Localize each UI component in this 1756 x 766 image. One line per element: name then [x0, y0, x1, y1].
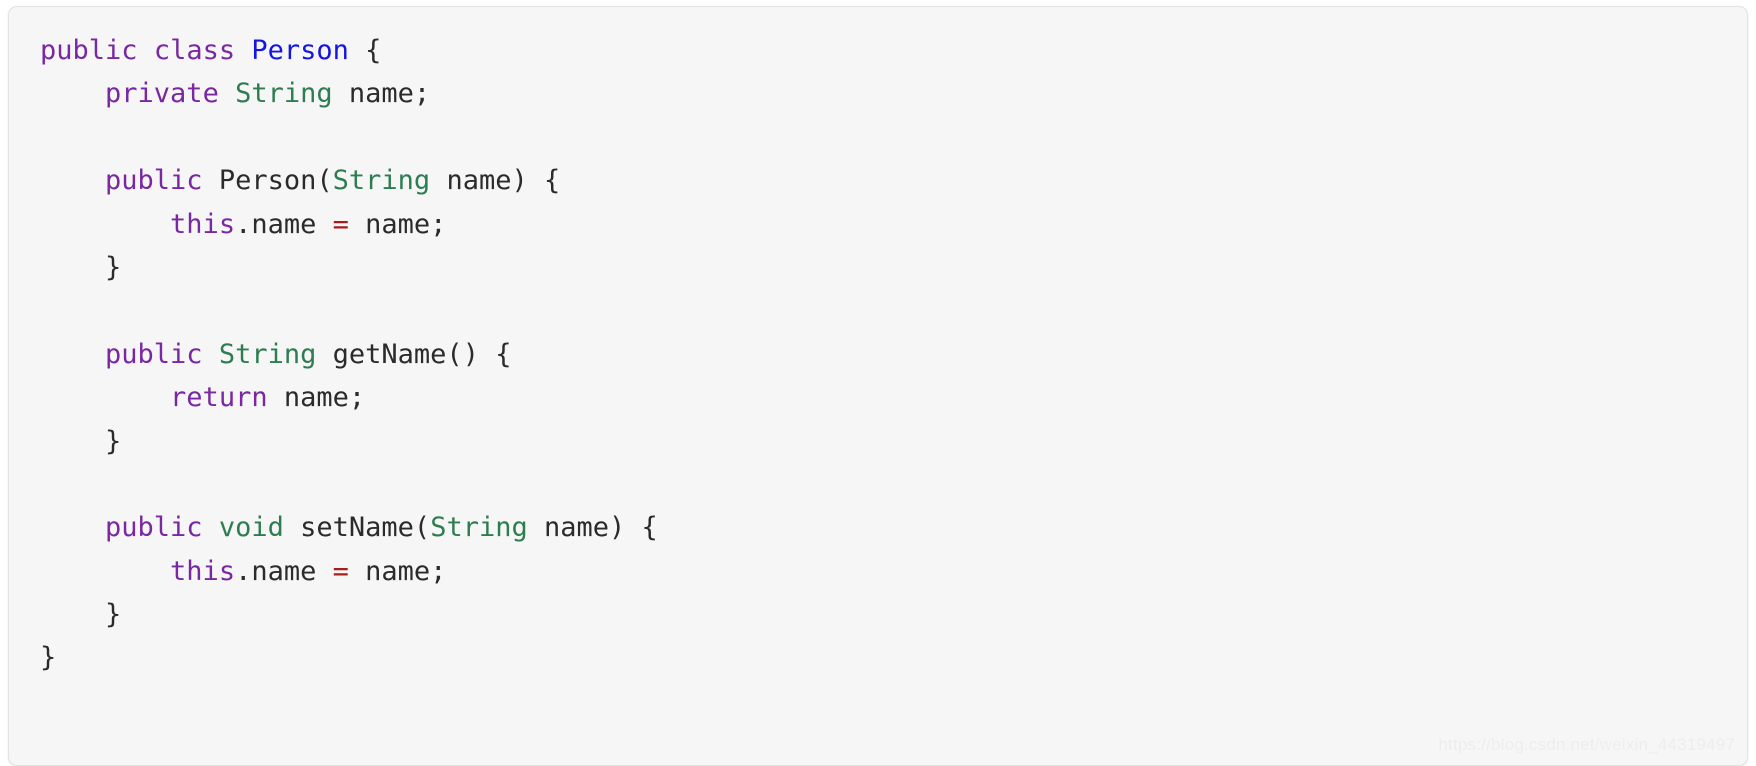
- code-token-plain: name;: [348, 555, 447, 587]
- code-token-keyword: public: [105, 512, 203, 544]
- code-token-punct: }: [40, 425, 122, 457]
- code-token-plain: name;: [332, 78, 431, 110]
- code-token-punct: }: [40, 599, 122, 631]
- code-token-keyword: class: [153, 35, 236, 66]
- code-token-punct: {: [348, 35, 382, 66]
- code-token-type: String: [430, 512, 528, 544]
- code-token-type: String: [332, 165, 431, 197]
- code-token-plain: getName() {: [316, 338, 512, 370]
- code-line: }: [9, 420, 1747, 463]
- code-line: this.name = name;: [9, 203, 1747, 246]
- code-line: public class Person {: [9, 29, 1747, 72]
- code-token-type: String: [218, 338, 317, 370]
- code-line: public Person(String name) {: [9, 159, 1747, 202]
- code-token-keyword: public: [105, 338, 203, 370]
- code-token-plain: name;: [348, 208, 447, 240]
- code-token-classname: Person: [251, 35, 349, 66]
- code-line: }: [9, 636, 1747, 679]
- code-line: return name;: [9, 376, 1747, 419]
- code-token-operator: =: [332, 555, 349, 587]
- code-token-plain: name;: [267, 382, 366, 414]
- code-token-keyword: this: [170, 555, 236, 587]
- code-token-type: String: [235, 78, 333, 110]
- code-token-plain: setName: [283, 512, 414, 544]
- code-token-plain: name) {: [430, 165, 561, 197]
- code-token-keyword: private: [105, 78, 219, 110]
- code-token-punct: }: [40, 251, 122, 283]
- code-token-plain: Person: [218, 165, 317, 197]
- code-line: }: [9, 593, 1747, 636]
- watermark-text: https://blog.csdn.net/weixin_44319497: [1438, 735, 1735, 754]
- code-token-punct: (: [316, 165, 333, 197]
- code-line: public String getName() {: [9, 333, 1747, 376]
- code-token-keyword: return: [170, 382, 268, 414]
- code-token-plain: name) {: [527, 512, 658, 544]
- code-token-keyword: public: [105, 165, 203, 197]
- code-block-panel: public class Person { private String nam…: [8, 6, 1748, 766]
- code-content[interactable]: public class Person { private String nam…: [9, 7, 1747, 765]
- code-token-type: void: [218, 512, 284, 544]
- code-token-operator: =: [332, 208, 349, 240]
- code-token-punct: }: [40, 642, 57, 674]
- code-token-keyword: this: [170, 208, 236, 240]
- code-token-plain: .name: [235, 208, 333, 240]
- code-line: public void setName(String name) {: [9, 506, 1747, 549]
- code-token-plain: .name: [235, 555, 333, 587]
- code-token-keyword: public: [40, 35, 138, 66]
- code-token-punct: (: [413, 512, 431, 544]
- code-line: this.name = name;: [9, 550, 1747, 593]
- code-line: private String name;: [9, 72, 1747, 115]
- code-line: }: [9, 246, 1747, 289]
